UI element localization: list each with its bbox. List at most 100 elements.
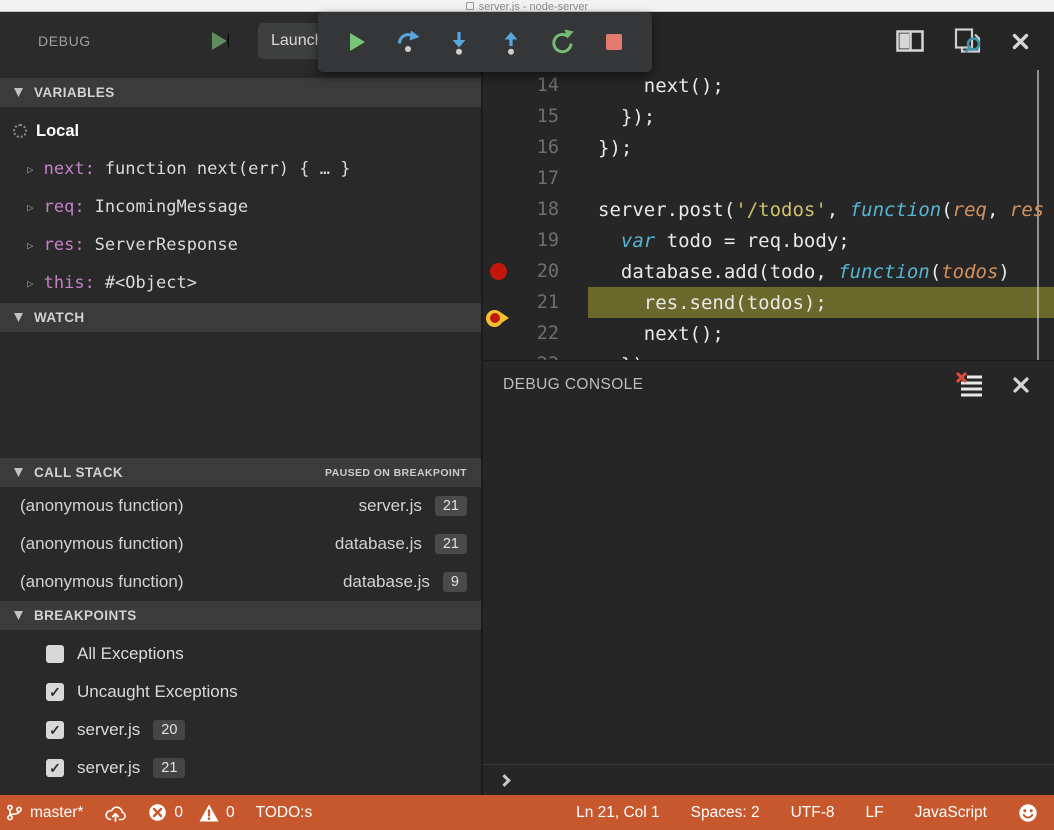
language-mode-item[interactable]: JavaScript [915,804,987,822]
breakpoint-row[interactable]: server.js 20 [0,711,481,749]
code-token: next(); [598,323,724,345]
encoding-label: UTF-8 [791,804,835,822]
scope-row[interactable]: Local [0,112,481,150]
code-line[interactable]: 17 [483,163,1054,194]
frame-line-badge: 21 [435,496,467,516]
breakpoint-line-badge: 20 [153,720,185,740]
feedback-item[interactable] [1018,803,1038,823]
breakpoint-label: server.js [77,720,140,740]
cursor-position-item[interactable]: Ln 21, Col 1 [576,804,660,822]
code-line[interactable]: 23 }); [483,349,1054,360]
debug-console-title: DEBUG CONSOLE [503,376,643,394]
line-number: 17 [513,168,559,189]
todo-item[interactable]: TODO:s [256,804,313,822]
language-label: JavaScript [915,804,987,822]
step-out-button[interactable] [496,27,526,57]
indentation-item[interactable]: Spaces: 2 [691,804,760,822]
preview-search-icon [952,27,984,55]
line-number: 21 [513,292,559,313]
git-branch-item[interactable]: master* [6,803,83,822]
line-number: 23 [513,354,559,360]
start-debug-button[interactable] [212,32,229,50]
breakpoint-checkbox[interactable] [46,645,64,663]
breakpoints-list: All Exceptions Uncaught Exceptions serve… [0,630,481,795]
code-token: res.send(todos); [598,292,827,314]
breakpoints-section-header[interactable]: BREAKPOINTS [0,601,481,630]
eol-label: LF [866,804,884,822]
continue-button[interactable] [341,27,371,57]
code-line-current[interactable]: 21 res.send(todos); [483,287,1054,318]
stack-frame-row[interactable]: (anonymous function) database.js 9 [0,563,481,601]
breakpoint-row[interactable]: server.js 21 [0,749,481,787]
variable-row[interactable]: res: ServerResponse [0,226,481,264]
breakpoint-row[interactable]: All Exceptions [0,635,481,673]
stack-frame-row[interactable]: (anonymous function) database.js 21 [0,525,481,563]
encoding-item[interactable]: UTF-8 [791,804,835,822]
watch-list[interactable] [0,332,481,458]
variable-row[interactable]: next: function next(err) { … } [0,150,481,188]
sidebar-title: DEBUG [38,33,91,49]
variables-title: VARIABLES [34,85,115,100]
variable-value: ServerResponse [95,235,238,255]
cursor-position-label: Ln 21, Col 1 [576,804,660,822]
step-over-icon [395,29,421,55]
code-line[interactable]: 22 next(); [483,318,1054,349]
stack-frame-row[interactable]: (anonymous function) server.js 21 [0,487,481,525]
breakpoint-icon[interactable] [490,263,507,280]
code-line[interactable]: 19 var todo = req.body; [483,225,1054,256]
problems-item[interactable]: 0 0 [148,803,234,822]
code-token: , [987,199,1010,221]
code-editor[interactable]: 14 next(); 15 }); 16 }); 17 [483,70,1054,360]
open-preview-button[interactable] [952,27,984,55]
debug-actions-toolbar[interactable] [318,12,652,72]
debug-console-output[interactable] [483,409,1054,764]
indentation-label: Spaces: 2 [691,804,760,822]
step-over-button[interactable] [393,27,423,57]
variables-list: Local next: function next(err) { … } req… [0,107,481,303]
code-token: req [953,199,987,221]
breakpoint-checkbox[interactable] [46,759,64,777]
breakpoint-checkbox[interactable] [46,721,64,739]
code-token: res [1010,199,1044,221]
variables-section-header[interactable]: VARIABLES [0,78,481,107]
editor-group: 14 next(); 15 }); 16 }); 17 [481,12,1054,795]
debug-console-input[interactable] [483,764,1054,795]
breakpoint-checkbox[interactable] [46,683,64,701]
variable-value: #<Object> [105,273,197,293]
frame-name: (anonymous function) [20,534,335,554]
watch-section-header[interactable]: WATCH [0,303,481,332]
eol-item[interactable]: LF [866,804,884,822]
code-line[interactable]: 20 database.add(todo, function(todos) [483,256,1054,287]
call-stack-section-header[interactable]: CALL STACK PAUSED ON BREAKPOINT [0,458,481,487]
expand-icon [27,277,34,290]
code-line[interactable]: 14 next(); [483,70,1054,101]
stop-button[interactable] [599,27,629,57]
step-into-button[interactable] [444,27,474,57]
code-line[interactable]: 15 }); [483,101,1054,132]
window-title: server.js - node-server [479,1,588,12]
variable-row[interactable]: req: IncomingMessage [0,188,481,226]
breakpoint-label: Uncaught Exceptions [77,682,238,702]
sync-item[interactable] [104,804,127,822]
stop-icon [601,29,627,55]
code-token: function [838,261,930,283]
split-editor-button[interactable] [895,30,925,52]
clear-console-button[interactable] [955,372,985,399]
line-number: 14 [513,75,559,96]
restart-button[interactable] [547,27,577,57]
scope-icon [13,124,27,138]
twisty-icon [14,468,23,477]
code-token: }); [598,106,655,128]
close-console-button[interactable] [1012,376,1030,394]
variable-row[interactable]: this: #<Object> [0,264,481,302]
status-bar: master* 0 0 TODO:s [0,795,1054,830]
code-line[interactable]: 16 }); [483,132,1054,163]
frame-file: database.js [343,572,430,592]
code-line[interactable]: 18 server.post('/todos', function(req, r… [483,194,1054,225]
breakpoint-gutter[interactable] [483,263,513,280]
code-token [598,230,621,252]
breakpoint-row[interactable]: Uncaught Exceptions [0,673,481,711]
code-token: server.post( [598,199,735,221]
line-number: 18 [513,199,559,220]
close-editor-button[interactable] [1011,32,1030,51]
